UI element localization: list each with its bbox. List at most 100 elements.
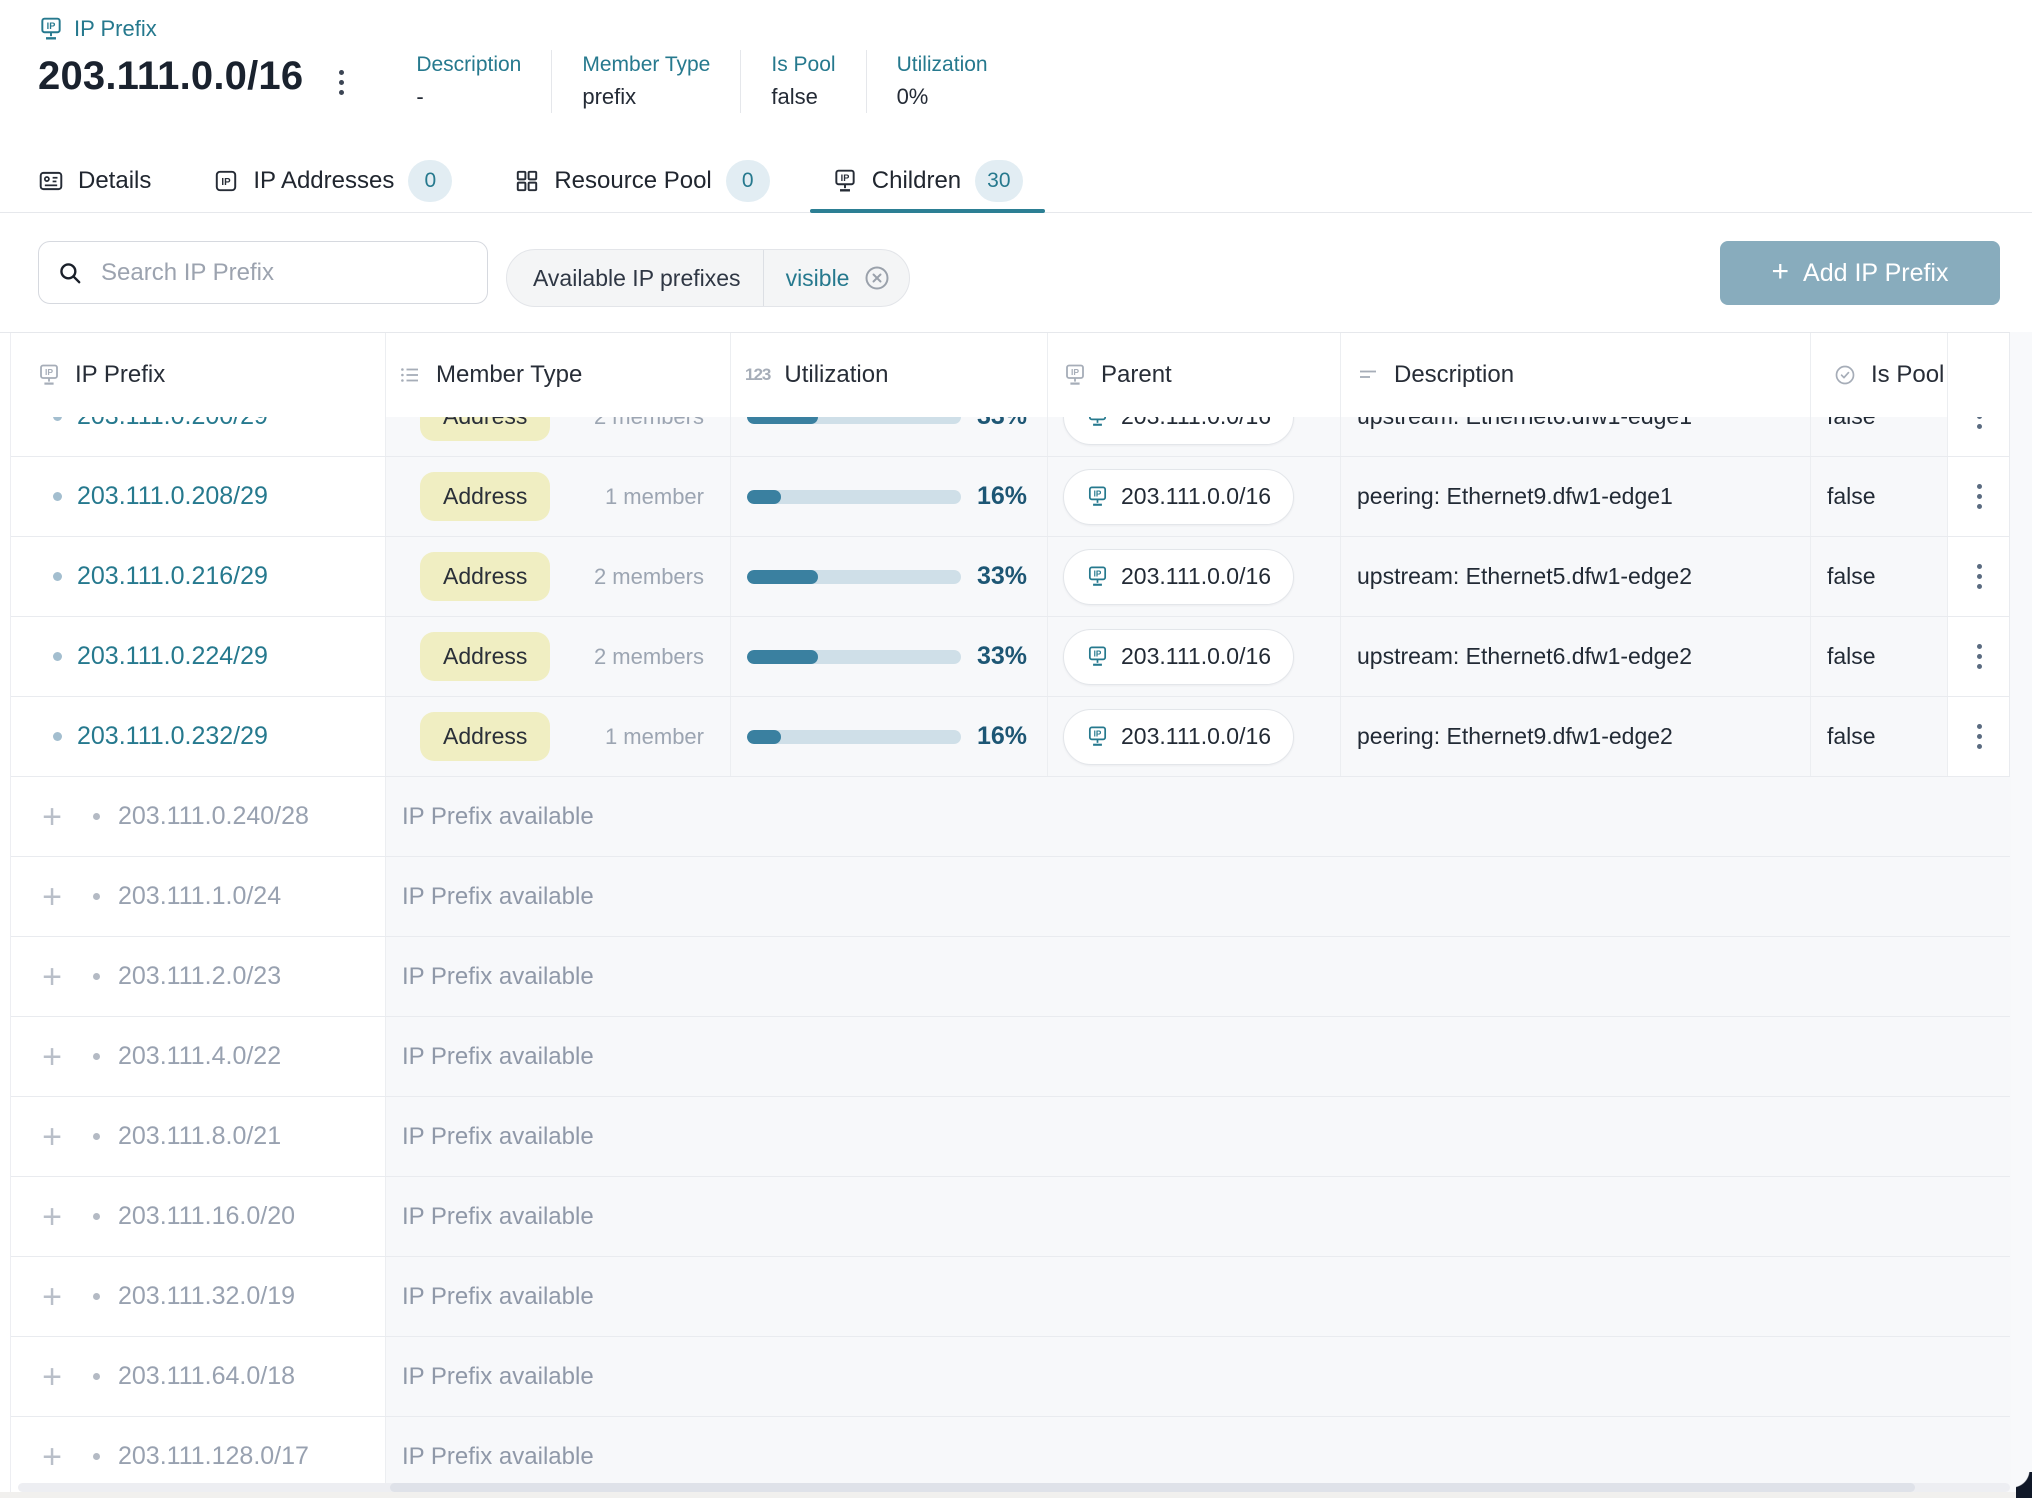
available-note: IP Prefix available <box>386 1177 2011 1256</box>
available-prefix-cell: + 203.111.0.240/28 <box>11 777 386 856</box>
vertical-scrollbar-track[interactable] <box>2010 332 2032 1492</box>
utilization-cell: 33% <box>731 537 1048 616</box>
ip-prefix-icon <box>1086 725 1109 748</box>
utilization-percent: 16% <box>961 482 1027 511</box>
available-note: IP Prefix available <box>386 1337 2011 1416</box>
description-cell: peering: Ethernet9.dfw1-edge2 <box>1341 697 1811 776</box>
available-prefix-cell: + 203.111.8.0/21 <box>11 1097 386 1176</box>
column-header-ip-prefix: IP Prefix <box>11 333 386 417</box>
utilization-bar-fill <box>747 730 781 744</box>
toolbar: Available IP prefixes visible + Add IP P… <box>0 213 2032 332</box>
object-type-row: IP Prefix <box>38 16 2032 42</box>
status-dot <box>53 492 62 501</box>
add-child-prefix-icon[interactable]: + <box>39 1362 65 1392</box>
add-child-prefix-icon[interactable]: + <box>39 1122 65 1152</box>
horizontal-scrollbar-track[interactable] <box>18 1483 2010 1492</box>
member-count: 1 member <box>605 724 730 750</box>
window-corner <box>2016 1472 2032 1498</box>
title-actions-kebab[interactable] <box>325 60 358 105</box>
check-circle-icon <box>1833 363 1857 387</box>
add-child-prefix-icon[interactable]: + <box>39 802 65 832</box>
search-icon <box>57 260 83 286</box>
tab-resource-pool[interactable]: Resource Pool 0 <box>492 150 791 212</box>
row-actions-kebab[interactable] <box>1967 556 1992 597</box>
add-child-prefix-icon[interactable]: + <box>39 1442 65 1472</box>
filter-chip[interactable]: Available IP prefixes visible <box>506 249 910 307</box>
status-dot <box>93 1213 100 1220</box>
horizontal-scrollbar-thumb[interactable] <box>390 1483 1915 1492</box>
tab-ip-addresses[interactable]: IP Addresses 0 <box>191 150 474 212</box>
prefix-link[interactable]: 203.111.0.232/29 <box>77 722 268 751</box>
resource-pool-grid-icon <box>514 168 540 194</box>
search-input[interactable] <box>99 258 469 288</box>
add-child-prefix-icon[interactable]: + <box>39 1282 65 1312</box>
is-pool-cell: false <box>1811 617 1948 696</box>
children-table: IP Prefix Member Type 123 Utilization Pa… <box>10 333 2010 1497</box>
row-actions-kebab[interactable] <box>1967 476 1992 517</box>
available-note: IP Prefix available <box>386 777 2011 856</box>
add-child-prefix-icon[interactable]: + <box>39 882 65 912</box>
prefix-link[interactable]: 203.111.0.216/29 <box>77 562 268 591</box>
row-actions-kebab[interactable] <box>1967 636 1992 677</box>
available-prefix-label: 203.111.32.0/19 <box>118 1282 295 1311</box>
add-child-prefix-icon[interactable]: + <box>39 1202 65 1232</box>
parent-link[interactable]: 203.111.0.0/16 <box>1063 469 1294 525</box>
title-row: 203.111.0.0/16 Description - Member Type… <box>38 50 2032 113</box>
add-child-prefix-icon[interactable]: + <box>39 962 65 992</box>
ip-prefix-icon <box>832 168 858 194</box>
available-note: IP Prefix available <box>386 857 2011 936</box>
prefix-cell: 203.111.0.224/29 <box>11 617 386 696</box>
object-header: IP Prefix 203.111.0.0/16 Description - M… <box>0 0 2032 150</box>
status-dot <box>93 1453 100 1460</box>
ip-address-icon <box>213 168 239 194</box>
prefix-cell: 203.111.0.232/29 <box>11 697 386 776</box>
status-dot <box>93 973 100 980</box>
ip-prefix-icon <box>1086 645 1109 668</box>
column-header-is-pool: Is Pool <box>1811 333 1948 417</box>
member-count: 2 members <box>594 564 730 590</box>
tab-children[interactable]: Children 30 <box>810 150 1045 212</box>
prefix-link[interactable]: 203.111.0.208/29 <box>77 482 268 511</box>
utilization-percent: 33% <box>961 642 1027 671</box>
available-prefix-cell: + 203.111.4.0/22 <box>11 1017 386 1096</box>
prefix-cell: 203.111.0.208/29 <box>11 457 386 536</box>
tab-badge: 0 <box>726 160 770 202</box>
member-count: 1 member <box>605 484 730 510</box>
utilization-percent: 33% <box>961 562 1027 591</box>
utilization-cell: 33% <box>731 617 1048 696</box>
actions-cell <box>1948 617 2011 696</box>
table-row: 203.111.0.208/29 Address 1 member 16% 20… <box>11 457 2009 537</box>
prefix-link[interactable]: 203.111.0.224/29 <box>77 642 268 671</box>
available-prefix-label: 203.111.2.0/23 <box>118 962 281 991</box>
column-header-member-type: Member Type <box>386 333 731 417</box>
status-dot <box>93 1133 100 1140</box>
parent-link[interactable]: 203.111.0.0/16 <box>1063 549 1294 605</box>
is-pool-cell: false <box>1811 457 1948 536</box>
parent-link[interactable]: 203.111.0.0/16 <box>1063 629 1294 685</box>
utilization-bar-fill <box>747 650 818 664</box>
row-actions-kebab[interactable] <box>1967 716 1992 757</box>
available-prefix-cell: + 203.111.32.0/19 <box>11 1257 386 1336</box>
tab-badge: 0 <box>408 160 452 202</box>
description-cell: upstream: Ethernet5.dfw1-edge2 <box>1341 537 1811 616</box>
status-dot <box>53 572 62 581</box>
actions-cell <box>1948 457 2011 536</box>
parent-cell: 203.111.0.0/16 <box>1048 457 1341 536</box>
utilization-bar <box>747 730 961 744</box>
ip-prefix-icon <box>1086 565 1109 588</box>
available-prefix-cell: + 203.111.64.0/18 <box>11 1337 386 1416</box>
meta-utilization: Utilization 0% <box>866 50 1018 113</box>
ip-prefix-icon <box>1063 363 1087 387</box>
status-dot <box>93 893 100 900</box>
add-ip-prefix-button[interactable]: + Add IP Prefix <box>1720 241 2000 305</box>
available-note: IP Prefix available <box>386 1017 2011 1096</box>
tab-details[interactable]: Details <box>16 150 173 212</box>
available-prefix-label: 203.111.0.240/28 <box>118 802 309 831</box>
utilization-percent: 16% <box>961 722 1027 751</box>
parent-link[interactable]: 203.111.0.0/16 <box>1063 709 1294 765</box>
available-prefix-row: + 203.111.1.0/24 IP Prefix available <box>11 857 2009 937</box>
meta-fields: Description - Member Type prefix Is Pool… <box>386 50 1017 113</box>
remove-filter-icon[interactable] <box>863 264 891 292</box>
add-child-prefix-icon[interactable]: + <box>39 1042 65 1072</box>
search-box <box>38 241 488 304</box>
